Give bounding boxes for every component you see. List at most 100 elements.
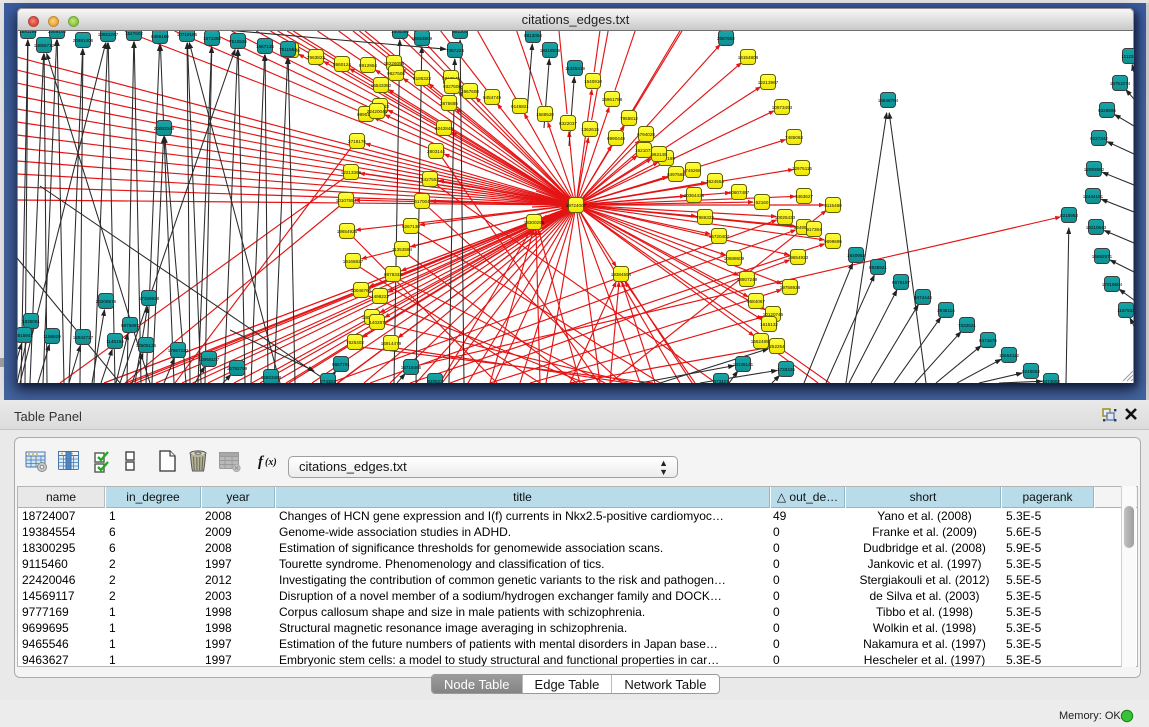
svg-text:10025433: 10025433 xyxy=(775,215,796,220)
svg-text:2069140: 2069140 xyxy=(48,31,66,34)
svg-text:14136141: 14136141 xyxy=(733,362,754,367)
svg-text:10653267: 10653267 xyxy=(98,32,119,37)
svg-text:1156829: 1156829 xyxy=(43,334,61,339)
svg-text:9827506: 9827506 xyxy=(387,71,405,76)
svg-text:140287: 140287 xyxy=(369,320,385,325)
svg-text:18807249: 18807249 xyxy=(737,277,758,282)
svg-text:9657791: 9657791 xyxy=(332,362,350,367)
svg-text:8427552: 8427552 xyxy=(421,177,439,182)
svg-text:11325419: 11325419 xyxy=(565,66,586,71)
svg-text:9684067: 9684067 xyxy=(747,299,765,304)
svg-text:16543382: 16543382 xyxy=(371,83,392,88)
svg-text:9463627: 9463627 xyxy=(795,194,813,199)
svg-text:12505135: 12505135 xyxy=(136,343,157,348)
svg-text:1733426: 1733426 xyxy=(777,367,795,372)
svg-text:11353594: 11353594 xyxy=(392,247,413,252)
svg-text:8215953: 8215953 xyxy=(1060,213,1078,218)
svg-text:8678332: 8678332 xyxy=(384,272,402,277)
svg-text:7357224: 7357224 xyxy=(446,48,464,53)
svg-text:1588520: 1588520 xyxy=(536,112,554,117)
svg-text:7955812: 7955812 xyxy=(620,116,638,121)
svg-text:9146821: 9146821 xyxy=(511,104,529,109)
svg-text:16154808: 16154808 xyxy=(738,55,759,60)
svg-text:15716485: 15716485 xyxy=(401,365,422,370)
svg-text:9115460: 9115460 xyxy=(824,203,842,208)
svg-text:19218506: 19218506 xyxy=(540,48,561,53)
svg-text:62160: 62160 xyxy=(756,200,769,205)
svg-text:9242848: 9242848 xyxy=(435,126,453,131)
svg-text:2718176: 2718176 xyxy=(348,139,366,144)
svg-text:881305: 881305 xyxy=(452,31,468,34)
svg-text:20691406: 20691406 xyxy=(73,38,94,43)
svg-text:12975115: 12975115 xyxy=(792,166,813,171)
svg-text:7663822: 7663822 xyxy=(307,55,325,60)
svg-text:12213967: 12213967 xyxy=(758,80,779,85)
svg-text:20053346: 20053346 xyxy=(154,126,175,131)
svg-text:8990448: 8990448 xyxy=(607,136,625,141)
svg-text:3624554: 3624554 xyxy=(706,179,724,184)
svg-text:1362615: 1362615 xyxy=(581,127,599,132)
svg-text:9699695: 9699695 xyxy=(824,239,842,244)
svg-text:12213369: 12213369 xyxy=(341,170,362,175)
svg-text:15751074: 15751074 xyxy=(1110,81,1131,86)
svg-text:8660124: 8660124 xyxy=(333,62,351,67)
svg-text:f: f xyxy=(258,454,265,470)
svg-text:9245652: 9245652 xyxy=(1022,369,1040,374)
svg-text:19756928: 19756928 xyxy=(780,285,801,290)
svg-text:746266: 746266 xyxy=(685,168,701,173)
svg-text:16782759: 16782759 xyxy=(227,366,248,371)
svg-text:917364: 917364 xyxy=(806,227,822,232)
svg-text:19724007: 19724007 xyxy=(566,203,587,208)
svg-text:7511552: 7511552 xyxy=(279,47,297,52)
svg-text:962145: 962145 xyxy=(651,152,667,157)
svg-text:1167533: 1167533 xyxy=(1117,308,1134,313)
svg-text:10654112: 10654112 xyxy=(999,353,1020,358)
svg-text:12093582: 12093582 xyxy=(1084,167,1105,172)
svg-text:12923468: 12923468 xyxy=(261,375,282,380)
svg-text:8679197: 8679197 xyxy=(892,280,910,285)
svg-text:1640953: 1640953 xyxy=(847,253,865,258)
svg-text:1667135: 1667135 xyxy=(256,44,274,49)
svg-text:16961758: 16961758 xyxy=(602,97,623,102)
svg-text:1681196: 1681196 xyxy=(19,31,37,34)
svg-text:16210643: 16210643 xyxy=(1086,225,1107,230)
svg-text:20364436: 20364436 xyxy=(684,193,705,198)
svg-text:22420046: 22420046 xyxy=(367,109,388,114)
svg-text:8938921: 8938921 xyxy=(869,265,887,270)
svg-text:9975867: 9975867 xyxy=(121,323,139,328)
svg-text:17957223: 17957223 xyxy=(168,348,189,353)
svg-text:19654925: 19654925 xyxy=(337,229,358,234)
svg-text:2867608: 2867608 xyxy=(461,89,479,94)
svg-text:15692971: 15692971 xyxy=(1092,254,1113,259)
svg-text:17016504: 17016504 xyxy=(1102,282,1123,287)
svg-text:17359928: 17359928 xyxy=(139,296,160,301)
svg-text:9327508: 9327508 xyxy=(443,84,461,89)
svg-text:1671355: 1671355 xyxy=(203,36,221,41)
svg-text:8471676: 8471676 xyxy=(979,338,997,343)
svg-text:7515526: 7515526 xyxy=(229,39,247,44)
svg-text:1112345: 1112345 xyxy=(1121,54,1134,59)
svg-text:18300295: 18300295 xyxy=(524,220,545,225)
svg-text:1145194: 1145194 xyxy=(106,339,124,344)
svg-text:9329966: 9329966 xyxy=(1098,108,1116,113)
svg-text:10107554: 10107554 xyxy=(336,198,357,203)
svg-text:10807487: 10807487 xyxy=(729,190,750,195)
svg-text:6794028: 6794028 xyxy=(637,132,655,137)
svg-text:19166827: 19166827 xyxy=(343,259,364,264)
svg-text:16648764: 16648764 xyxy=(878,98,899,103)
svg-text:2087682: 2087682 xyxy=(717,36,735,41)
svg-text:10719185: 10719185 xyxy=(177,32,198,37)
svg-text:19654923: 19654923 xyxy=(788,255,809,260)
svg-text:15720407: 15720407 xyxy=(709,234,730,239)
svg-text:9474603: 9474603 xyxy=(1042,379,1060,383)
svg-text:19384554: 19384554 xyxy=(611,272,632,277)
svg-text:12942737: 12942737 xyxy=(73,335,94,340)
svg-text:10688609: 10688609 xyxy=(724,256,745,261)
svg-text:16914479: 16914479 xyxy=(381,341,402,346)
svg-text:930523: 930523 xyxy=(427,379,443,383)
svg-text:2935114: 2935114 xyxy=(937,308,955,313)
svg-text:252254: 252254 xyxy=(769,344,785,349)
svg-text:617004: 617004 xyxy=(414,199,430,204)
svg-text:8813054: 8813054 xyxy=(524,33,542,38)
svg-text:8322037: 8322037 xyxy=(559,121,577,126)
